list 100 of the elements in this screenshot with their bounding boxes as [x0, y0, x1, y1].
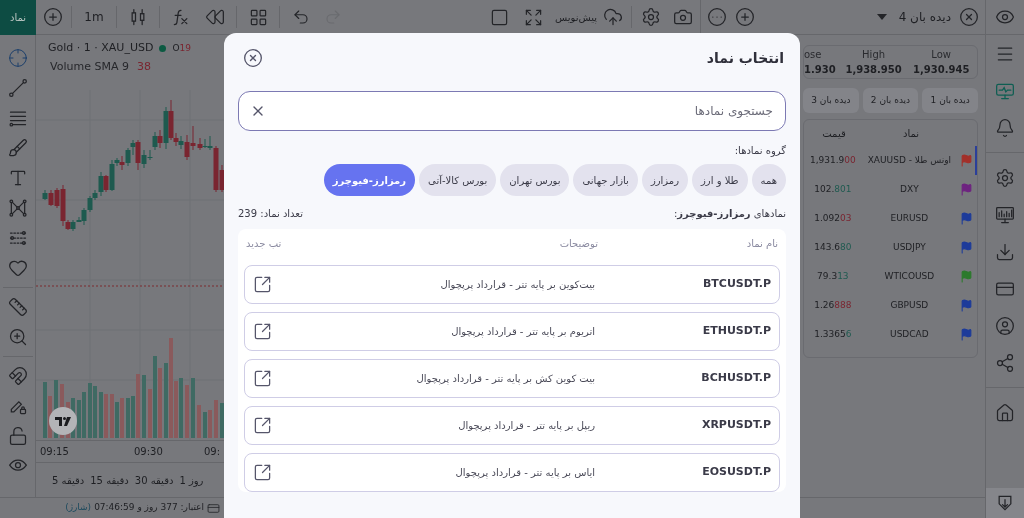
symbol-description: ریپل بر پایه تتر - قرارداد پرپچوال [457, 419, 595, 433]
open-new-tab-icon[interactable] [253, 369, 272, 388]
column-header: تب جدید [246, 236, 282, 251]
timeframe-button[interactable]: 1 روز [179, 472, 204, 488]
symbol-count: تعداد نماد: 239 [238, 207, 303, 221]
column-header: نماد [901, 126, 921, 141]
camera-icon[interactable] [673, 7, 693, 27]
cloud-upload-icon[interactable] [603, 7, 623, 27]
symbol-description: ایاس بر پایه تتر - قرارداد پرپچوال [454, 466, 595, 480]
timeframe-button[interactable]: 5 دقیقه [52, 472, 85, 488]
watchlist-tab[interactable]: دیده بان 3 [803, 88, 859, 113]
layout-grid-icon[interactable] [248, 7, 268, 27]
price-cell-text: 79.313 [816, 269, 850, 283]
add-icon[interactable] [735, 7, 755, 27]
interval-button[interactable]: 1m [76, 8, 112, 26]
pattern-icon[interactable] [7, 198, 28, 218]
chart-title: Gold · 1 · XAU_USD [48, 40, 154, 56]
watchlist-row[interactable]: 79.313 WTICOUSD [804, 262, 977, 291]
caret-icon[interactable] [876, 13, 887, 21]
price-cell-text: 1.26888 [813, 298, 853, 312]
fullscreen-icon[interactable] [524, 7, 544, 27]
share-icon[interactable] [995, 352, 1015, 373]
symbol-cell-text: EURUSD [889, 211, 930, 225]
group-chip[interactable]: همه [751, 164, 786, 196]
ohlc-label: Low [931, 48, 952, 62]
ohlc-label: O [172, 41, 180, 55]
open-new-tab-icon[interactable] [253, 416, 272, 435]
ohlc-value: 1,938.950 [845, 63, 902, 77]
brush-icon[interactable] [7, 138, 28, 158]
ohlc-label: ose [804, 48, 822, 62]
symbol-button[interactable]: نماد [0, 0, 36, 35]
group-chip[interactable]: رمزارز-فیوچرز [323, 164, 416, 196]
watchlist-tab[interactable]: دیده بان 1 [922, 88, 978, 113]
volume-bar [142, 375, 146, 438]
card-icon [207, 501, 220, 515]
open-new-tab-icon[interactable] [253, 275, 272, 294]
settings-icon[interactable] [641, 7, 661, 27]
zoom-in-icon[interactable] [7, 327, 28, 347]
open-new-tab-icon[interactable] [253, 322, 272, 341]
rewind-icon[interactable] [205, 7, 225, 27]
user-icon[interactable] [995, 315, 1015, 336]
square-icon[interactable] [490, 7, 510, 27]
ohlc-value: 1.930 [804, 63, 836, 77]
group-chip[interactable]: بازار جهانی [573, 164, 638, 196]
symbol-description: بیت‌کوین بر پایه تتر - قرارداد پرپچوال [439, 278, 595, 292]
close-icon[interactable] [243, 48, 263, 68]
chart-logo-icon [49, 407, 77, 435]
ruler-icon[interactable] [7, 297, 28, 317]
crosshair-icon[interactable] [7, 48, 28, 68]
symbol-cell-text: GBPUSD [889, 298, 930, 312]
timeframe-button[interactable]: 30 دقیقه [134, 472, 174, 488]
group-chip[interactable]: بورس تهران [500, 164, 570, 196]
time-label: 09:30 [134, 445, 164, 459]
group-chip[interactable]: طلا و ارز [692, 164, 748, 196]
unlock-icon[interactable] [7, 426, 28, 446]
draft-button[interactable]: پیش‌نویس [550, 7, 627, 27]
close-icon[interactable] [959, 7, 979, 27]
download-icon[interactable] [995, 241, 1015, 262]
symbol-cell-text: اونس طلا - XAUUSD [866, 153, 953, 167]
watchlist-row[interactable]: 102.801 DXY [804, 175, 977, 204]
volume-bar [220, 403, 224, 438]
symbol-cell-text: USDCAD [889, 327, 930, 341]
line-tool-icon[interactable] [7, 78, 28, 98]
open-new-tab-icon[interactable] [253, 463, 272, 482]
price-cell-text: 1,931.900 [808, 153, 857, 167]
column-header: توضیحات [558, 236, 598, 251]
symbol-cell-text: DXY [899, 182, 920, 196]
watchlist-tab[interactable]: دیده بان 2 [862, 88, 919, 113]
add-icon[interactable] [43, 7, 63, 27]
watchlist-title[interactable]: دیده بان 4 [898, 8, 951, 26]
price-cell-text: 102.801 [813, 182, 853, 196]
heart-icon[interactable] [7, 258, 28, 278]
price-cell-text: 1.09203 [813, 211, 853, 225]
watchlist-row[interactable]: 1.33656 USDCAD [804, 320, 977, 349]
watchlist-row[interactable]: 143.680 USDJPY [804, 233, 977, 262]
column-header: نام نماد [745, 236, 778, 251]
indicator-value: 38 [136, 58, 151, 75]
watchlist-row[interactable]: 1.26888 GBPUSD [804, 291, 977, 320]
volume-bar [191, 378, 195, 438]
group-chip[interactable]: رمزارز [641, 164, 688, 196]
sliders-icon[interactable] [7, 228, 28, 248]
symbol-name: ETHUSDT.P [701, 323, 771, 340]
magnet-icon[interactable] [7, 366, 28, 386]
bell-icon[interactable] [995, 117, 1015, 138]
list-title: نمادهای رمزارز-فیوچرز: [673, 207, 786, 221]
monitor-chart-icon[interactable] [995, 204, 1015, 225]
more-icon[interactable] [707, 7, 727, 27]
watchlist-row[interactable]: 1.09203 EURUSD [804, 204, 977, 233]
search-field[interactable]: جستجوی نمادها [238, 91, 786, 131]
credit-text: اعتبار: 377 روز و 07:46:59 [94, 501, 204, 515]
home-icon[interactable] [995, 402, 1015, 423]
settings-icon[interactable] [995, 167, 1015, 188]
group-chip[interactable]: بورس کالا-آتی [419, 164, 497, 196]
timeframe-button[interactable]: 15 دقیقه [90, 472, 129, 488]
undo-icon[interactable] [292, 8, 310, 26]
ohlc-value: 1,930.945 [913, 63, 970, 77]
charge-link[interactable]: (شارژ) [65, 501, 92, 515]
price-cell-text: 1.33656 [813, 327, 853, 341]
time-label: 09:15 [39, 445, 70, 459]
dialog-title: انتخاب نماد [706, 48, 784, 68]
